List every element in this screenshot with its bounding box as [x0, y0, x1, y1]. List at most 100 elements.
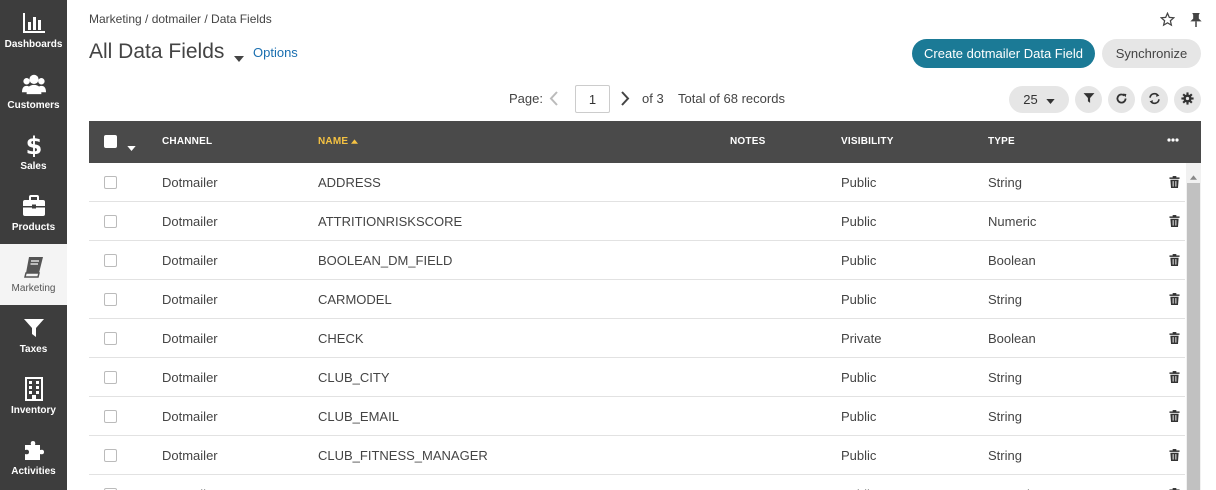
refresh-button[interactable]	[1108, 86, 1135, 113]
star-icon[interactable]	[1159, 11, 1176, 30]
scroll-thumb[interactable]	[1187, 183, 1200, 490]
trash-icon[interactable]	[1169, 254, 1180, 269]
table-row[interactable]: Dotmailer CLUB_FITNESS_MANAGER Public Strin…	[89, 436, 1185, 475]
synchronize-button[interactable]: Synchronize	[1102, 39, 1201, 68]
select-all-checkbox[interactable]	[104, 135, 117, 148]
sidebar-item-label: Dashboards	[4, 39, 63, 50]
cell-name[interactable]: CLUB_CITY	[318, 370, 390, 385]
sidebar: Dashboards Customers $ Sales Products Ma…	[0, 0, 67, 490]
per-page-select[interactable]: 25	[1009, 86, 1069, 113]
cell-type: String	[988, 409, 1022, 424]
table-row[interactable]: Dotmailer CARMODEL Public String	[89, 280, 1185, 319]
sidebar-item-marketing[interactable]: Marketing	[0, 244, 67, 305]
pin-icon[interactable]	[1189, 12, 1203, 30]
column-header-name[interactable]: NAME	[318, 136, 359, 147]
trash-icon[interactable]	[1169, 449, 1180, 464]
cell-type: String	[988, 292, 1022, 307]
table-row[interactable]: DotmailerCLUB_IDPublicNumeric	[89, 475, 1185, 490]
trash-icon[interactable]	[1169, 410, 1180, 425]
scroll-up-icon[interactable]	[1190, 168, 1197, 183]
cell-visibility: Public	[841, 214, 877, 229]
create-data-field-button[interactable]: Create dotmailer Data Field	[912, 39, 1095, 68]
sidebar-item-inventory[interactable]: Inventory	[0, 366, 67, 427]
chevron-left-icon[interactable]	[549, 91, 559, 109]
cell-name[interactable]: CLUB_FITNESS_MANAGER	[318, 448, 488, 463]
cell-visibility: Public	[841, 175, 877, 190]
sidebar-item-label: Customers	[7, 100, 60, 111]
row-checkbox[interactable]	[104, 254, 117, 267]
sidebar-item-label: Taxes	[19, 344, 48, 355]
trash-icon[interactable]	[1169, 215, 1180, 230]
trash-icon[interactable]	[1169, 293, 1180, 308]
sidebar-item-dashboards[interactable]: Dashboards	[0, 0, 67, 61]
funnel-icon	[22, 316, 46, 340]
sidebar-item-label: Marketing	[11, 283, 56, 294]
cell-visibility: Public	[841, 292, 877, 307]
cell-channel: Dotmailer	[162, 253, 218, 268]
cell-visibility: Private	[841, 331, 882, 346]
sidebar-item-label: Sales	[20, 161, 47, 172]
sidebar-item-taxes[interactable]: Taxes	[0, 305, 67, 366]
cell-name[interactable]: CHECK	[318, 331, 364, 346]
table-row[interactable]: Dotmailer CLUB_CITY Public String	[89, 358, 1185, 397]
users-icon	[21, 72, 46, 96]
row-checkbox[interactable]	[104, 293, 117, 306]
cell-type: String	[988, 448, 1022, 463]
cell-name[interactable]: ATTRITIONRISKSCORE	[318, 214, 462, 229]
reset-button[interactable]	[1141, 86, 1168, 113]
trash-icon[interactable]	[1169, 371, 1180, 386]
chevron-right-icon[interactable]	[620, 91, 630, 109]
table-row[interactable]: Dotmailer CLUB_EMAIL Public String	[89, 397, 1185, 436]
cell-name[interactable]: CARMODEL	[318, 292, 392, 307]
table-row[interactable]: Dotmailer CHECK Private Boolean	[89, 319, 1185, 358]
column-header-visibility[interactable]: VISIBILITY	[841, 136, 894, 147]
briefcase-icon	[22, 194, 46, 218]
row-checkbox[interactable]	[104, 332, 117, 345]
table-header: CHANNEL NAME NOTES VISIBILITY TYPE	[89, 121, 1201, 163]
row-checkbox[interactable]	[104, 371, 117, 384]
options-link[interactable]: Options	[253, 45, 298, 60]
cell-name[interactable]: ADDRESS	[318, 175, 381, 190]
sidebar-item-activities[interactable]: Activities	[0, 427, 67, 488]
column-header-notes[interactable]: NOTES	[730, 136, 765, 147]
cell-visibility: Public	[841, 409, 877, 424]
filter-button[interactable]	[1075, 86, 1102, 113]
sidebar-item-customers[interactable]: Customers	[0, 61, 67, 122]
column-header-channel[interactable]: CHANNEL	[162, 136, 212, 147]
row-checkbox[interactable]	[104, 449, 117, 462]
sidebar-item-products[interactable]: Products	[0, 183, 67, 244]
row-checkbox[interactable]	[104, 176, 117, 189]
scrollbar[interactable]	[1186, 163, 1201, 490]
cell-channel: Dotmailer	[162, 175, 218, 190]
caret-down-icon[interactable]	[127, 139, 136, 154]
settings-button[interactable]	[1174, 86, 1201, 113]
sidebar-item-sales[interactable]: $ Sales	[0, 122, 67, 183]
trash-icon[interactable]	[1169, 176, 1180, 191]
per-page-value: 25	[1023, 92, 1038, 107]
gear-icon	[1181, 91, 1194, 108]
cell-visibility: Public	[841, 448, 877, 463]
caret-down-icon	[1046, 92, 1055, 107]
sort-asc-icon	[351, 136, 359, 147]
breadcrumb: Marketing / dotmailer / Data Fields	[89, 12, 272, 26]
cell-name[interactable]: BOOLEAN_DM_FIELD	[318, 253, 452, 268]
sidebar-item-label: Activities	[11, 466, 56, 477]
column-header-type[interactable]: TYPE	[988, 136, 1015, 147]
table-row[interactable]: Dotmailer ADDRESS Public String	[89, 163, 1185, 202]
cell-type: Numeric	[988, 214, 1037, 229]
table-row[interactable]: Dotmailer ATTRITIONRISKSCORE Public Numeric	[89, 202, 1185, 241]
sync-icon	[1148, 92, 1161, 108]
cell-type: String	[988, 370, 1022, 385]
row-checkbox[interactable]	[104, 410, 117, 423]
refresh-icon	[1115, 92, 1128, 108]
more-icon[interactable]	[1166, 133, 1180, 150]
cell-visibility: Public	[841, 370, 877, 385]
page-count: of 3	[642, 91, 664, 106]
cell-channel: Dotmailer	[162, 409, 218, 424]
cell-name[interactable]: CLUB_EMAIL	[318, 409, 399, 424]
caret-down-icon[interactable]	[234, 50, 244, 65]
table-row[interactable]: Dotmailer BOOLEAN_DM_FIELD Public Boolean	[89, 241, 1185, 280]
row-checkbox[interactable]	[104, 215, 117, 228]
page-number-input[interactable]	[575, 85, 610, 113]
trash-icon[interactable]	[1169, 332, 1180, 347]
